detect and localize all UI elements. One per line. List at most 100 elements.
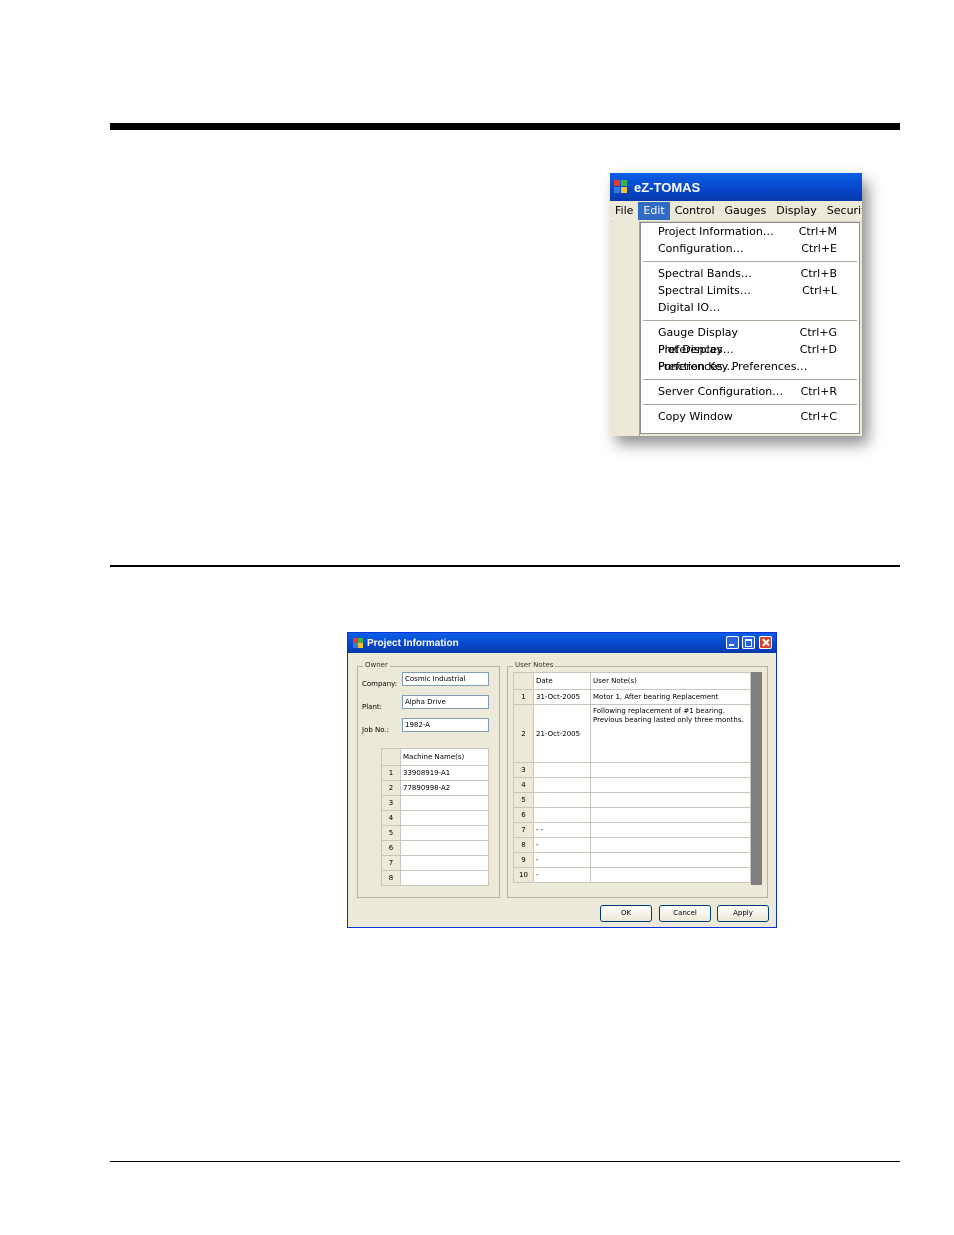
apply-button[interactable]: Apply bbox=[717, 905, 769, 922]
machine-row: 8 bbox=[381, 870, 489, 886]
machine-row: 1 33908919-A1 bbox=[381, 765, 489, 781]
note-row: 3 bbox=[513, 762, 751, 778]
app-client-area bbox=[613, 221, 640, 436]
menu-file[interactable]: File bbox=[610, 202, 638, 220]
note-date-cell[interactable]: - bbox=[533, 837, 591, 853]
edit-menu-item[interactable]: Gauge Display Preferences… Ctrl+G bbox=[641, 324, 859, 356]
machine-name-header: Machine Name(s) bbox=[400, 748, 489, 766]
menu-control[interactable]: Control bbox=[670, 202, 720, 220]
ok-button[interactable]: OK bbox=[600, 905, 652, 922]
note-row-number: 1 bbox=[513, 689, 534, 705]
note-row: 10- bbox=[513, 867, 751, 883]
machine-name-cell[interactable] bbox=[400, 855, 489, 871]
note-date-cell[interactable]: 31-Oct-2005 bbox=[533, 689, 591, 705]
menu-item-shortcut: Ctrl+E bbox=[801, 242, 837, 255]
ez-tomas-window: eZ-TOMAS File Edit Control Gauges Displa… bbox=[610, 173, 862, 436]
note-row: 8- bbox=[513, 837, 751, 853]
note-row: 6 bbox=[513, 807, 751, 823]
machine-name-cell[interactable] bbox=[400, 810, 489, 826]
note-text-cell[interactable]: Following replacement of #1 bearing. Pre… bbox=[590, 704, 751, 763]
note-date-cell[interactable] bbox=[533, 777, 591, 793]
menu-gauges[interactable]: Gauges bbox=[720, 202, 772, 220]
machine-row-number: 2 bbox=[381, 780, 401, 796]
menu-item-label: Spectral Bands… bbox=[658, 267, 752, 280]
note-row-number: 2 bbox=[513, 704, 534, 763]
menu-item-label: Configuration… bbox=[658, 242, 744, 255]
machine-row-number: 1 bbox=[381, 765, 401, 781]
note-date-cell[interactable] bbox=[533, 807, 591, 823]
maximize-icon[interactable] bbox=[742, 636, 755, 649]
close-icon[interactable] bbox=[759, 636, 772, 649]
machine-name-cell[interactable] bbox=[400, 870, 489, 886]
dialog-title: Project Information bbox=[367, 637, 459, 649]
note-date-cell[interactable]: - - bbox=[533, 822, 591, 838]
machine-name-cell[interactable] bbox=[400, 795, 489, 811]
note-text-cell[interactable] bbox=[590, 762, 751, 778]
note-date-cell[interactable]: 21-Oct-2005 bbox=[533, 704, 591, 763]
dialog-title-bar[interactable]: Project Information bbox=[348, 633, 776, 653]
note-text-cell[interactable]: Motor 1, After bearing Replacement bbox=[590, 689, 751, 705]
edit-menu-item[interactable]: Project Information… Ctrl+M bbox=[641, 223, 859, 240]
menu-display[interactable]: Display bbox=[771, 202, 822, 220]
machine-row-number: 6 bbox=[381, 840, 401, 856]
edit-menu-dropdown: Project Information… Ctrl+M Configuration…… bbox=[640, 222, 860, 434]
menu-item-label: Server Configuration… bbox=[658, 385, 784, 398]
menu-separator bbox=[643, 379, 857, 380]
jobno-label: Job No.: bbox=[362, 726, 389, 734]
machine-row-number: 4 bbox=[381, 810, 401, 826]
edit-menu-item[interactable]: Copy Window Ctrl+C bbox=[641, 408, 859, 425]
note-text-cell[interactable] bbox=[590, 777, 751, 793]
notes-corner-cell bbox=[513, 672, 534, 690]
menu-item-shortcut: Ctrl+C bbox=[800, 410, 837, 423]
top-rule bbox=[110, 123, 900, 130]
machine-row-number: 8 bbox=[381, 870, 401, 886]
owner-legend: Owner bbox=[363, 661, 390, 669]
note-date-cell[interactable] bbox=[533, 792, 591, 808]
edit-menu-item[interactable]: Spectral Bands… Ctrl+B bbox=[641, 265, 859, 282]
machine-name-cell[interactable]: 33908919-A1 bbox=[400, 765, 489, 781]
minimize-icon[interactable] bbox=[726, 636, 739, 649]
menu-security[interactable]: Security bbox=[822, 202, 862, 220]
company-field[interactable]: Cosmic Industrial bbox=[402, 672, 489, 686]
note-row-number: 10 bbox=[513, 867, 534, 883]
note-row-number: 3 bbox=[513, 762, 534, 778]
edit-menu-item[interactable]: Plot Display Preferences… Ctrl+D bbox=[641, 341, 859, 373]
bottom-rule bbox=[110, 1161, 900, 1162]
note-text-cell[interactable] bbox=[590, 852, 751, 868]
menu-item-label: Function Key Preferences… bbox=[658, 360, 808, 373]
note-text-cell[interactable] bbox=[590, 822, 751, 838]
note-text-cell[interactable] bbox=[590, 807, 751, 823]
edit-menu-item[interactable]: Digital IO… bbox=[641, 299, 859, 316]
note-text-cell[interactable] bbox=[590, 792, 751, 808]
cancel-button[interactable]: Cancel bbox=[659, 905, 711, 922]
notes-scrollbar[interactable] bbox=[751, 672, 762, 885]
machine-name-cell[interactable]: 77890998-A2 bbox=[400, 780, 489, 796]
note-row: 5 bbox=[513, 792, 751, 808]
note-row: 7- - bbox=[513, 822, 751, 838]
owner-group: Owner Company: Cosmic Industrial Plant: … bbox=[357, 661, 500, 898]
edit-menu-item[interactable]: Server Configuration… Ctrl+R bbox=[641, 383, 859, 400]
machine-name-cell[interactable] bbox=[400, 825, 489, 841]
section-rule bbox=[110, 565, 900, 567]
plant-field[interactable]: Alpha Drive bbox=[402, 695, 489, 709]
note-row: 4 bbox=[513, 777, 751, 793]
jobno-field[interactable]: 1982-A bbox=[402, 718, 489, 732]
menu-item-label: Copy Window bbox=[658, 410, 733, 423]
user-notes-group: User Notes Date User Note(s) 1 31-Oct-200… bbox=[507, 661, 768, 898]
machine-row: 7 bbox=[381, 855, 489, 871]
app-title-bar[interactable]: eZ-TOMAS bbox=[610, 173, 862, 201]
note-text-cell[interactable] bbox=[590, 837, 751, 853]
dialog-icon bbox=[353, 638, 363, 648]
note-text-cell[interactable] bbox=[590, 867, 751, 883]
menu-bar: File Edit Control Gauges Display Securit… bbox=[610, 201, 862, 222]
note-date-cell[interactable] bbox=[533, 762, 591, 778]
edit-menu-item[interactable]: Spectral Limits… Ctrl+L bbox=[641, 282, 859, 299]
plant-label: Plant: bbox=[362, 703, 382, 711]
note-date-cell[interactable]: - bbox=[533, 867, 591, 883]
menu-edit[interactable]: Edit bbox=[638, 202, 670, 220]
edit-menu-item[interactable]: Configuration… Ctrl+E bbox=[641, 240, 859, 257]
note-row: 9- bbox=[513, 852, 751, 868]
edit-menu-item[interactable]: Function Key Preferences… bbox=[641, 358, 859, 375]
note-date-cell[interactable]: - bbox=[533, 852, 591, 868]
machine-name-cell[interactable] bbox=[400, 840, 489, 856]
